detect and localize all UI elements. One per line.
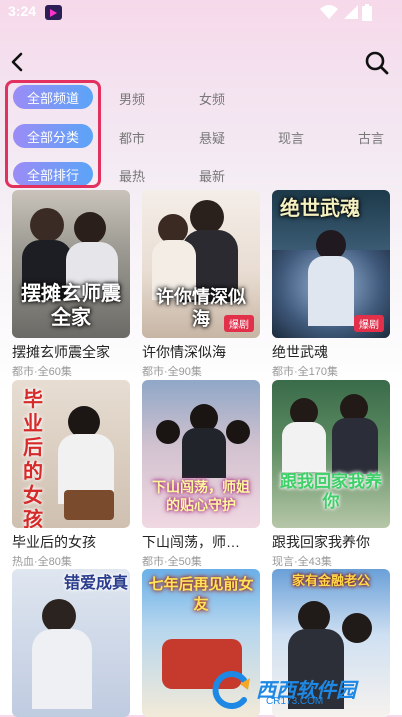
drama-poster: 绝世武魂 爆剧 <box>272 190 390 338</box>
drama-card[interactable]: 绝世武魂 爆剧 绝世武魂 都市·全170集 <box>272 190 390 379</box>
poster-title: 绝世武魂 <box>280 198 360 220</box>
filter-option-female[interactable]: 女频 <box>199 89 225 108</box>
drama-card[interactable]: 错爱成真 <box>12 569 130 717</box>
drama-title: 跟我回家我养你 <box>272 534 370 550</box>
hot-badge: 爆剧 <box>354 315 384 332</box>
filter-option-newest[interactable]: 最新 <box>199 166 225 185</box>
drama-meta: 都市·全60集 <box>12 366 72 378</box>
drama-title: 毕业后的女孩 <box>12 534 96 550</box>
filter-option-suspense[interactable]: 悬疑 <box>199 128 225 147</box>
drama-title: 绝世武魂 <box>272 344 328 360</box>
drama-poster: 毕业后的女孩 <box>12 380 130 528</box>
poster-title: 毕业后的女孩 <box>23 389 43 528</box>
drama-meta: 热血·全80集 <box>12 556 72 568</box>
back-arrow-icon[interactable] <box>6 50 30 74</box>
app-notification-icon <box>45 5 62 20</box>
poster-title: 摆摊玄师震全家 <box>21 283 121 329</box>
drama-card[interactable]: 摆摊玄师震全家 摆摊玄师震全家 都市·全60集 <box>12 190 130 379</box>
drama-poster: 下山闯荡，师姐的贴心守护 <box>142 380 260 528</box>
watermark-logo-icon <box>212 671 250 709</box>
poster-title: 跟我回家我养你 <box>280 472 382 511</box>
drama-title: 下山闯荡，师… <box>142 534 240 550</box>
wifi-icon <box>320 5 338 19</box>
watermark-sub: CR173.COM <box>266 696 324 707</box>
search-icon[interactable] <box>364 50 390 76</box>
site-watermark: 西西软件园 CR173.COM <box>208 668 388 712</box>
status-time: 3:24 <box>8 3 37 19</box>
battery-icon <box>362 4 372 21</box>
drama-title: 许你情深似海 <box>142 344 226 360</box>
poster-title: 错爱成真 <box>63 575 128 592</box>
poster-title: 七年后再见前女友 <box>148 576 254 613</box>
drama-poster: 跟我回家我养你 <box>272 380 390 528</box>
poster-title: 下山闯荡，师姐的贴心守护 <box>152 479 250 513</box>
drama-meta: 都市·全170集 <box>272 366 339 378</box>
filter-option-ancient-romance[interactable]: 古言 <box>358 128 384 147</box>
drama-meta: 都市·全50集 <box>142 556 202 568</box>
hot-badge: 爆剧 <box>224 315 254 332</box>
filter-option-urban[interactable]: 都市 <box>119 128 145 147</box>
drama-card[interactable]: 许你情深似海 爆剧 许你情深似海 都市·全90集 <box>142 190 260 379</box>
drama-poster: 许你情深似海 爆剧 <box>142 190 260 338</box>
drama-poster: 摆摊玄师震全家 <box>12 190 130 338</box>
drama-card[interactable]: 毕业后的女孩 毕业后的女孩 热血·全80集 <box>12 380 130 569</box>
poster-title: 家有金融老公 <box>291 573 370 588</box>
highlight-box <box>5 80 101 188</box>
filter-option-modern-romance[interactable]: 现言 <box>278 128 304 147</box>
filter-option-male[interactable]: 男频 <box>119 89 145 108</box>
filter-option-hottest[interactable]: 最热 <box>119 166 145 185</box>
drama-poster: 错爱成真 <box>12 569 130 717</box>
top-nav <box>0 46 402 82</box>
signal-icon <box>344 5 358 19</box>
drama-meta: 都市·全90集 <box>142 366 202 378</box>
drama-meta: 现言·全43集 <box>272 556 332 568</box>
status-bar: 3:24 <box>0 0 402 28</box>
drama-card[interactable]: 跟我回家我养你 跟我回家我养你 现言·全43集 <box>272 380 390 569</box>
drama-card[interactable]: 下山闯荡，师姐的贴心守护 下山闯荡，师… 都市·全50集 <box>142 380 260 569</box>
drama-title: 摆摊玄师震全家 <box>12 344 110 360</box>
